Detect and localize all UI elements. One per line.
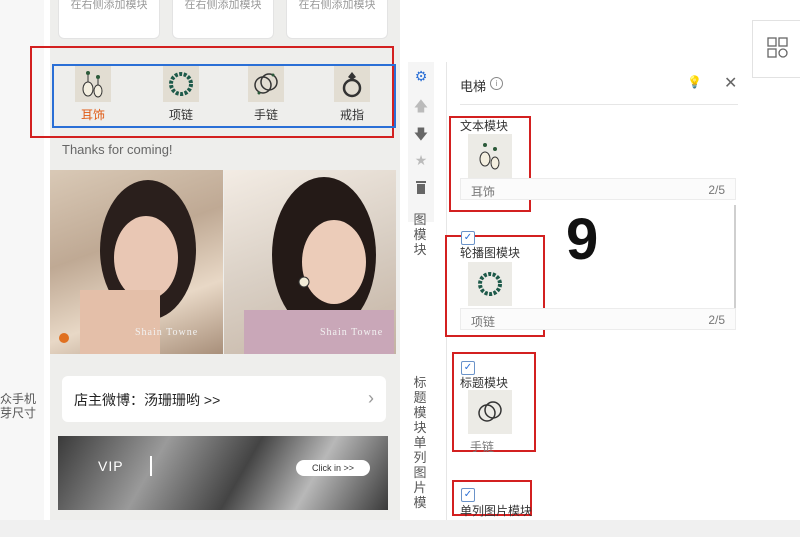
panel-title: 电梯	[460, 79, 487, 94]
model-photo: Shain Towne	[50, 170, 223, 354]
photo-watermark: Shain Towne	[135, 327, 199, 338]
module-item-name: 耳饰	[471, 185, 496, 199]
module-label: 文本模块	[460, 119, 509, 133]
module-name-vertical: 图模块	[413, 212, 427, 257]
earring-icon	[75, 66, 111, 102]
category-label: 手链	[253, 108, 278, 122]
click-in-button[interactable]: Click in >>	[296, 460, 370, 476]
star-icon[interactable]: ★	[408, 152, 434, 169]
panel-divider	[460, 104, 738, 105]
module-checkbox[interactable]: ✓	[461, 488, 475, 502]
module-item-name: 项链	[471, 315, 496, 329]
lightbulb-icon[interactable]: 💡	[687, 75, 702, 89]
device-size-label: 众手机 芽尺寸	[0, 392, 44, 420]
vip-divider	[150, 456, 152, 476]
close-icon[interactable]: ✕	[724, 73, 737, 93]
model-photo: Shain Towne	[224, 170, 396, 354]
arrow-down-icon[interactable]: 🡇	[408, 124, 434, 148]
module-card-footer[interactable]: 耳饰 2/5	[460, 178, 736, 200]
module-label: 单列图片模块	[460, 504, 533, 518]
module-label: 标题模块	[460, 376, 509, 390]
blurred-area	[560, 430, 800, 520]
module-checkbox[interactable]: ✓	[461, 361, 475, 375]
module-name-vertical: 标题模块单列图片模	[413, 375, 427, 510]
weibo-link-text: 店主微博：汤珊珊哟 >>	[74, 392, 221, 408]
category-item-earrings[interactable]: 耳饰	[58, 66, 128, 126]
category-item-ring[interactable]: 戒指	[317, 66, 387, 126]
module-placeholder[interactable]: 在右侧添加模块	[286, 0, 388, 39]
earring-icon	[468, 134, 512, 178]
module-placeholder-text: 在右侧添加模块	[184, 0, 262, 11]
module-placeholder-text: 在右侧添加模块	[70, 0, 148, 11]
vip-banner[interactable]: VIP Click in >>	[58, 436, 388, 510]
module-label: 轮播图模块	[460, 246, 521, 260]
photo-watermark: Shain Towne	[320, 327, 384, 338]
bottom-bar	[0, 520, 800, 537]
device-size-label-line1: 众手机	[0, 392, 37, 406]
module-card-footer[interactable]: 项链 2/5	[460, 308, 736, 330]
module-checkbox[interactable]: ✓	[461, 231, 475, 245]
category-label: 戒指	[339, 108, 364, 122]
module-toolbar: ⚙ 🡅 🡇 ★	[408, 62, 434, 222]
annotation-number: 9	[566, 207, 599, 272]
module-count: 2/5	[708, 183, 725, 197]
necklace-icon	[163, 66, 199, 102]
necklace-icon	[468, 262, 512, 306]
grid-settings-icon	[767, 37, 788, 58]
info-icon[interactable]: i	[490, 77, 503, 90]
chevron-right-icon: ›	[368, 388, 374, 408]
module-placeholder[interactable]: 在右侧添加模块	[172, 0, 274, 39]
category-label: 项链	[168, 108, 193, 122]
gear-icon[interactable]: ⚙	[408, 68, 434, 85]
bracelet-icon	[248, 66, 284, 102]
bracelet-icon	[468, 390, 512, 434]
vip-text: VIP	[98, 458, 124, 474]
module-placeholder[interactable]: 在右侧添加模块	[58, 0, 160, 39]
category-label: 耳饰	[80, 108, 105, 122]
module-count: 2/5	[708, 313, 725, 327]
arrow-up-icon[interactable]: 🡅	[408, 96, 434, 120]
weibo-link[interactable]: 店主微博：汤珊珊哟 >> ›	[62, 376, 386, 422]
device-size-label-line2: 芽尺寸	[0, 406, 37, 420]
module-placeholder-text: 在右侧添加模块	[298, 0, 376, 11]
category-item-necklace[interactable]: 项链	[146, 66, 216, 126]
module-item-name: 手链	[470, 440, 495, 454]
apps-button[interactable]	[752, 20, 800, 78]
thanks-text: Thanks for coming!	[62, 142, 173, 157]
trash-icon[interactable]	[408, 180, 434, 197]
category-item-bracelet[interactable]: 手链	[231, 66, 301, 126]
ring-icon	[334, 66, 370, 102]
